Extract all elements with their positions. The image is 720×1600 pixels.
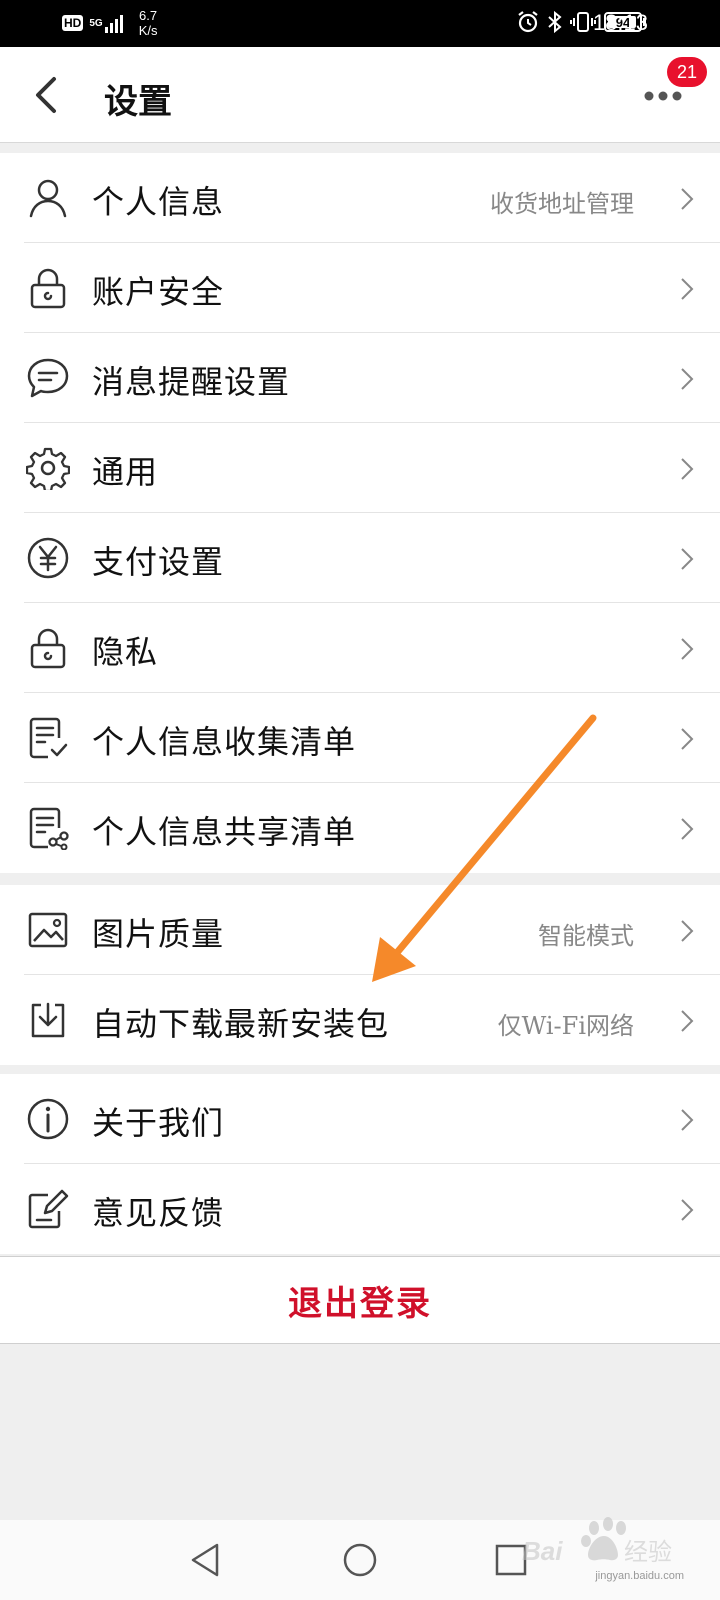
row-label: 图片质量 [92, 915, 225, 953]
chevron-right-icon [681, 1010, 694, 1032]
lock-icon [30, 268, 66, 309]
settings-row-info-collection-list[interactable]: 个人信息收集清单 [0, 693, 720, 783]
row-value: 仅Wi-Fi网络 [497, 1012, 634, 1040]
row-value: 智能模式 [538, 922, 634, 950]
settings-row-auto-download[interactable]: 自动下载最新安装包 仅Wi-Fi网络 [0, 975, 720, 1065]
row-label: 隐私 [92, 633, 159, 671]
signal-icon [104, 13, 125, 33]
row-label: 消息提醒设置 [92, 363, 291, 401]
settings-row-privacy[interactable]: 隐私 [0, 603, 720, 693]
row-label: 自动下载最新安装包 [92, 1005, 390, 1043]
notification-badge: 21 [667, 57, 707, 87]
logout-button[interactable]: 退出登录 [0, 1256, 720, 1344]
share-list-icon [29, 807, 69, 850]
settings-row-general[interactable]: 通用 [0, 423, 720, 513]
chevron-right-icon [681, 278, 694, 300]
yen-icon [27, 537, 69, 579]
settings-row-personal-info[interactable]: 个人信息 收货地址管理 [0, 153, 720, 243]
status-bar: HD 5G 6.7 K/s 94 18:13 [0, 0, 720, 47]
row-label: 意见反馈 [92, 1194, 225, 1232]
network-type: 5G [89, 17, 103, 29]
back-chevron-icon[interactable] [28, 75, 68, 115]
row-label: 关于我们 [92, 1104, 225, 1142]
edit-icon [28, 1189, 69, 1229]
svg-text:经验: 经验 [624, 1538, 672, 1566]
image-icon [28, 912, 68, 948]
chevron-right-icon [681, 920, 694, 942]
checklist-icon [29, 717, 68, 759]
chat-bubble-icon [27, 358, 69, 398]
status-left: HD 5G 6.7 K/s [62, 8, 157, 38]
gear-icon [26, 447, 70, 490]
chevron-right-icon [681, 638, 694, 660]
row-label: 个人信息收集清单 [92, 723, 357, 761]
chevron-right-icon [681, 728, 694, 750]
lock-icon [30, 628, 66, 669]
network-speed: 6.7 K/s [139, 8, 158, 38]
clock: 18:13 [592, 10, 648, 35]
chevron-right-icon [681, 458, 694, 480]
hd-badge: HD [62, 15, 84, 31]
speed-value: 6.7 [139, 8, 158, 23]
row-label: 支付设置 [92, 543, 225, 581]
row-label: 通用 [92, 453, 159, 491]
settings-row-payment[interactable]: 支付设置 [0, 513, 720, 603]
alarm-icon [518, 11, 538, 33]
nav-back-icon[interactable] [188, 1542, 222, 1578]
chevron-right-icon [681, 818, 694, 840]
settings-group-media: 图片质量 智能模式 自动下载最新安装包 仅Wi-Fi网络 [0, 885, 720, 1065]
speed-unit: K/s [138, 23, 158, 38]
chevron-right-icon [681, 1199, 694, 1221]
download-icon [31, 1002, 65, 1038]
person-icon [29, 179, 67, 218]
chevron-right-icon [681, 1109, 694, 1131]
row-label: 个人信息共享清单 [92, 813, 357, 851]
row-label: 账户安全 [92, 273, 225, 311]
settings-group-main: 个人信息 收货地址管理 账户安全 消息提醒设置 通用 支付设置 隐私 个人信息收… [0, 153, 720, 873]
header: 设置 21 [0, 47, 720, 143]
bluetooth-icon [548, 10, 562, 34]
settings-row-feedback[interactable]: 意见反馈 [0, 1164, 720, 1254]
row-value: 收货地址管理 [490, 190, 634, 218]
settings-row-image-quality[interactable]: 图片质量 智能模式 [0, 885, 720, 975]
chevron-right-icon [681, 188, 694, 210]
settings-row-about-us[interactable]: 关于我们 [0, 1074, 720, 1164]
row-label: 个人信息 [92, 183, 225, 221]
info-icon [27, 1098, 69, 1140]
settings-group-about: 关于我们 意见反馈 [0, 1074, 720, 1254]
settings-row-notifications[interactable]: 消息提醒设置 [0, 333, 720, 423]
settings-row-account-security[interactable]: 账户安全 [0, 243, 720, 333]
page-title: 设置 [104, 82, 172, 122]
more-dots-icon[interactable] [643, 89, 683, 103]
settings-row-info-sharing-list[interactable]: 个人信息共享清单 [0, 783, 720, 873]
nav-home-icon[interactable] [342, 1542, 378, 1578]
baidu-jingyan-watermark: Bai 经验 [522, 1517, 672, 1566]
chevron-right-icon [681, 548, 694, 570]
watermark-url: jingyan.baidu.com [595, 1570, 684, 1582]
svg-text:Bai: Bai [522, 1536, 563, 1566]
logout-label: 退出登录 [288, 1283, 432, 1324]
chevron-right-icon [681, 368, 694, 390]
